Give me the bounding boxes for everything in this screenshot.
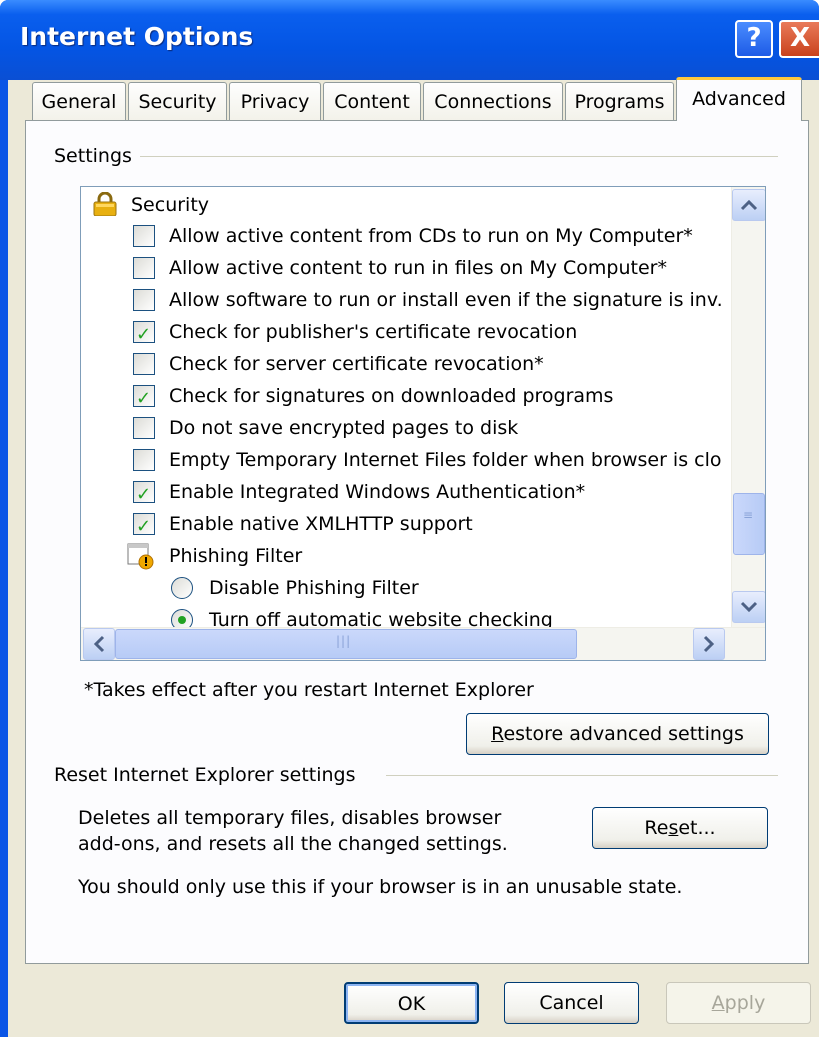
horizontal-scroll-thumb[interactable]: |||: [115, 629, 577, 659]
setting-radio-item[interactable]: Disable Phishing Filter: [171, 573, 727, 603]
vertical-scrollbar[interactable]: ≡: [731, 187, 765, 627]
access-key: s: [668, 817, 679, 839]
setting-label: Allow active content to run in files on …: [169, 257, 667, 279]
setting-item[interactable]: Allow active content from CDs to run on …: [133, 221, 729, 251]
reset-group-line: [386, 775, 778, 776]
tab-programs[interactable]: Programs: [565, 82, 674, 120]
setting-label: Turn off automatic website checking: [209, 609, 553, 627]
help-button[interactable]: ?: [735, 20, 773, 58]
check-icon: ✓: [136, 516, 152, 537]
advanced-tab-panel: Settings Security Allow active content f…: [25, 120, 809, 964]
settings-group-line: [136, 156, 778, 157]
title-bar[interactable]: Internet Options ? X: [0, 0, 819, 80]
setting-label: Check for signatures on downloaded progr…: [169, 385, 614, 407]
setting-radio[interactable]: [171, 609, 193, 627]
chevron-right-icon: [703, 635, 715, 653]
tab-privacy[interactable]: Privacy: [229, 82, 321, 120]
phishing-filter-icon: [127, 543, 154, 570]
category-phishing-filter: Phishing Filter: [127, 541, 727, 571]
access-key: A: [711, 992, 725, 1014]
window-title: Internet Options: [20, 22, 254, 51]
setting-checkbox[interactable]: [133, 417, 155, 439]
check-icon: ✓: [136, 388, 152, 409]
setting-label: Empty Temporary Internet Files folder wh…: [169, 449, 722, 471]
setting-checkbox[interactable]: ✓: [133, 385, 155, 409]
restore-advanced-settings-button[interactable]: Restore advanced settings: [466, 713, 769, 755]
reset-description-line-1: Deletes all temporary files, disables br…: [78, 807, 502, 829]
setting-checkbox[interactable]: [133, 225, 155, 247]
restart-note: *Takes effect after you restart Internet…: [84, 679, 534, 701]
apply-button[interactable]: Apply: [666, 982, 811, 1024]
close-button[interactable]: X: [779, 20, 819, 58]
reset-button[interactable]: Reset...: [592, 807, 768, 849]
check-icon: ✓: [136, 324, 152, 345]
chevron-down-icon: [740, 601, 758, 613]
grip-icon: ≡: [743, 508, 755, 522]
settings-tree[interactable]: Security Allow active content from CDs t…: [80, 186, 766, 661]
setting-checkbox[interactable]: [133, 449, 155, 471]
tab-content[interactable]: Content: [323, 82, 421, 120]
tab-connections[interactable]: Connections: [423, 82, 563, 120]
dialog-client-area: General Security Privacy Content Connect…: [8, 77, 819, 1037]
setting-checkbox[interactable]: ✓: [133, 481, 155, 505]
setting-checkbox[interactable]: [133, 257, 155, 279]
setting-label: Allow active content from CDs to run on …: [169, 225, 693, 247]
tab-advanced[interactable]: Advanced: [676, 77, 802, 121]
setting-item[interactable]: ✓ Enable native XMLHTTP support: [133, 509, 729, 539]
setting-item[interactable]: Allow active content to run in files on …: [133, 253, 729, 283]
setting-checkbox[interactable]: [133, 353, 155, 375]
button-label: pply: [724, 992, 766, 1014]
cancel-button[interactable]: Cancel: [504, 982, 639, 1024]
access-key: R: [491, 723, 504, 745]
chevron-left-icon: [93, 635, 105, 653]
setting-item[interactable]: ✓ Enable Integrated Windows Authenticati…: [133, 477, 729, 507]
setting-item[interactable]: ✓ Check for publisher's certificate revo…: [133, 317, 729, 347]
scroll-right-button[interactable]: [693, 628, 725, 660]
setting-label: Enable native XMLHTTP support: [169, 513, 473, 535]
setting-label: Check for server certificate revocation*: [169, 353, 544, 375]
setting-checkbox[interactable]: ✓: [133, 513, 155, 537]
setting-item[interactable]: ✓ Check for signatures on downloaded pro…: [133, 381, 729, 411]
setting-checkbox[interactable]: [133, 289, 155, 311]
settings-group-label: Settings: [54, 145, 140, 167]
setting-label: Check for publisher's certificate revoca…: [169, 321, 578, 343]
reset-group-label: Reset Internet Explorer settings: [54, 764, 364, 786]
vertical-scroll-thumb[interactable]: ≡: [733, 493, 765, 555]
setting-radio[interactable]: [171, 577, 193, 599]
horizontal-scrollbar[interactable]: |||: [81, 627, 765, 660]
tab-security[interactable]: Security: [128, 82, 227, 120]
internet-options-window: Internet Options ? X General Security Pr…: [0, 0, 819, 1037]
setting-item[interactable]: Allow software to run or install even if…: [133, 285, 729, 315]
scroll-left-button[interactable]: [83, 628, 115, 660]
setting-radio-item[interactable]: Turn off automatic website checking: [171, 605, 727, 627]
check-icon: ✓: [136, 484, 152, 505]
setting-item[interactable]: Empty Temporary Internet Files folder wh…: [133, 445, 729, 475]
lock-icon: [93, 192, 117, 216]
setting-label: Do not save encrypted pages to disk: [169, 417, 519, 439]
category-security: Security: [89, 190, 729, 220]
radio-dot-icon: [178, 616, 186, 624]
category-security-label: Security: [131, 194, 210, 216]
setting-item[interactable]: Do not save encrypted pages to disk: [133, 413, 729, 443]
setting-item[interactable]: Check for server certificate revocation*: [133, 349, 729, 379]
setting-label: Allow software to run or install even if…: [169, 289, 723, 311]
setting-label: Disable Phishing Filter: [209, 577, 419, 599]
reset-warning: You should only use this if your browser…: [78, 876, 683, 898]
setting-checkbox[interactable]: ✓: [133, 321, 155, 345]
reset-description-line-2: add-ons, and resets all the changed sett…: [78, 833, 508, 855]
grip-icon: |||: [336, 634, 352, 648]
scroll-down-button[interactable]: [732, 591, 765, 623]
button-label: et...: [678, 817, 716, 839]
chevron-up-icon: [740, 199, 758, 211]
category-phishing-filter-label: Phishing Filter: [169, 545, 303, 567]
scroll-up-button[interactable]: [732, 189, 765, 221]
tab-general[interactable]: General: [32, 82, 126, 120]
ok-button[interactable]: OK: [344, 982, 479, 1024]
button-label: Re: [644, 817, 669, 839]
button-label: estore advanced settings: [503, 723, 744, 745]
setting-label: Enable Integrated Windows Authentication…: [169, 481, 586, 503]
